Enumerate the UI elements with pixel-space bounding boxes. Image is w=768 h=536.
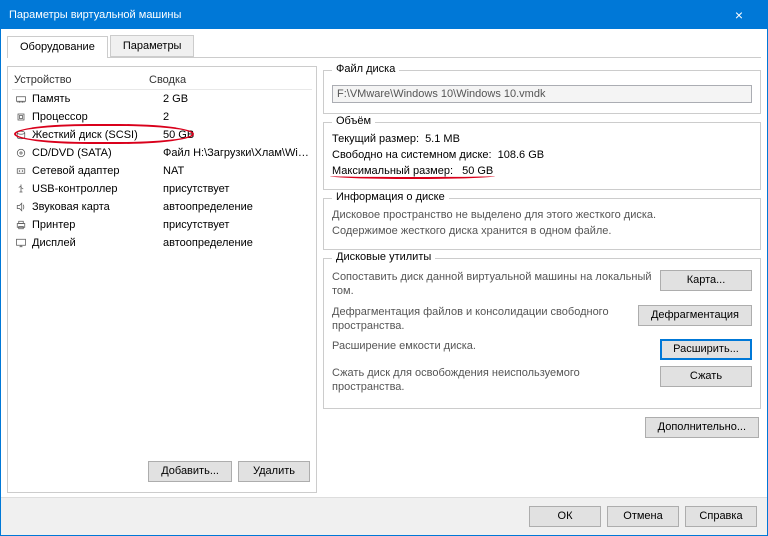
device-summary: 2 GB xyxy=(163,93,310,105)
file-group-title: Файл диска xyxy=(332,63,399,75)
current-size-value: 5.1 MB xyxy=(425,133,460,145)
details-panel: Файл диска Объём Текущий размер: 5.1 MB … xyxy=(323,66,761,493)
device-table: Устройство Сводка Память2 GBПроцессор2Же… xyxy=(12,71,312,455)
ok-button[interactable]: ОК xyxy=(529,506,601,527)
vm-settings-window: Параметры виртуальной машины × Оборудова… xyxy=(0,0,768,536)
add-button[interactable]: Добавить... xyxy=(148,461,232,482)
window-title: Параметры виртуальной машины xyxy=(9,9,719,21)
dialog-footer: ОК Отмена Справка xyxy=(1,497,767,535)
utilities-group: Дисковые утилиты Сопоставить диск данной… xyxy=(323,258,761,409)
device-panel: Устройство Сводка Память2 GBПроцессор2Же… xyxy=(7,66,317,493)
device-row[interactable]: USB-контроллерприсутствует xyxy=(12,180,312,198)
memory-icon xyxy=(14,92,28,106)
info-group-title: Информация о диске xyxy=(332,191,449,203)
device-summary: Файл H:\Загрузки\Хлам\Win... xyxy=(163,147,310,159)
net-icon xyxy=(14,164,28,178)
device-row[interactable]: Принтерприсутствует xyxy=(12,216,312,234)
tab-options[interactable]: Параметры xyxy=(110,35,195,57)
content-area: Оборудование Параметры Устройство Сводка… xyxy=(1,29,767,497)
device-summary: NAT xyxy=(163,165,310,177)
device-name: Память xyxy=(32,93,163,105)
file-group: Файл диска xyxy=(323,70,761,114)
device-name: Принтер xyxy=(32,219,163,231)
usb-icon xyxy=(14,182,28,196)
compact-button[interactable]: Сжать xyxy=(660,366,752,387)
info-group: Информация о диске Дисковое пространство… xyxy=(323,198,761,250)
device-name: Жесткий диск (SCSI) xyxy=(32,129,163,141)
device-summary: 50 GB xyxy=(163,129,310,141)
device-name: Дисплей xyxy=(32,237,163,249)
device-row[interactable]: Процессор2 xyxy=(12,108,312,126)
device-summary: присутствует xyxy=(163,183,310,195)
device-summary: автоопределение xyxy=(163,237,310,249)
device-row[interactable]: Дисплейавтоопределение xyxy=(12,234,312,252)
printer-icon xyxy=(14,218,28,232)
cancel-button[interactable]: Отмена xyxy=(607,506,679,527)
device-row[interactable]: CD/DVD (SATA)Файл H:\Загрузки\Хлам\Win..… xyxy=(12,144,312,162)
device-row[interactable]: Память2 GB xyxy=(12,90,312,108)
free-space-label: Свободно на системном диске: xyxy=(332,149,492,161)
display-icon xyxy=(14,236,28,250)
defrag-button[interactable]: Дефрагментация xyxy=(638,305,752,326)
free-space-value: 108.6 GB xyxy=(498,149,544,161)
device-name: Звуковая карта xyxy=(32,201,163,213)
device-summary: 2 xyxy=(163,111,310,123)
tab-strip: Оборудование Параметры xyxy=(7,35,761,58)
volume-group-title: Объём xyxy=(332,115,375,127)
device-name: CD/DVD (SATA) xyxy=(32,147,163,159)
sound-icon xyxy=(14,200,28,214)
device-row[interactable]: Сетевой адаптерNAT xyxy=(12,162,312,180)
close-icon[interactable]: × xyxy=(719,7,759,23)
map-desc: Сопоставить диск данной виртуальной маши… xyxy=(332,270,652,299)
device-table-header: Устройство Сводка xyxy=(12,71,312,90)
cd-icon xyxy=(14,146,28,160)
device-name: Сетевой адаптер xyxy=(32,165,163,177)
device-name: USB-контроллер xyxy=(32,183,163,195)
titlebar: Параметры виртуальной машины × xyxy=(1,1,767,29)
highlight-underline xyxy=(330,173,495,179)
header-device: Устройство xyxy=(14,74,149,86)
current-size-label: Текущий размер: xyxy=(332,133,419,145)
device-summary: присутствует xyxy=(163,219,310,231)
device-row[interactable]: Жесткий диск (SCSI)50 GB xyxy=(12,126,312,144)
hdd-icon xyxy=(14,128,28,142)
expand-button[interactable]: Расширить... xyxy=(660,339,752,360)
info-line-1: Дисковое пространство не выделено для эт… xyxy=(332,207,752,223)
compact-desc: Сжать диск для освобождения неиспользуем… xyxy=(332,366,652,395)
remove-button[interactable]: Удалить xyxy=(238,461,310,482)
tab-hardware[interactable]: Оборудование xyxy=(7,36,108,58)
header-summary: Сводка xyxy=(149,74,186,86)
disk-file-path[interactable] xyxy=(332,85,752,103)
defrag-desc: Дефрагментация файлов и консолидации сво… xyxy=(332,305,630,334)
expand-desc: Расширение емкости диска. xyxy=(332,339,652,353)
help-button[interactable]: Справка xyxy=(685,506,757,527)
map-button[interactable]: Карта... xyxy=(660,270,752,291)
info-line-2: Содержимое жесткого диска хранится в одн… xyxy=(332,223,752,239)
utilities-group-title: Дисковые утилиты xyxy=(332,251,435,263)
device-name: Процессор xyxy=(32,111,163,123)
device-row[interactable]: Звуковая картаавтоопределение xyxy=(12,198,312,216)
device-summary: автоопределение xyxy=(163,201,310,213)
cpu-icon xyxy=(14,110,28,124)
advanced-button[interactable]: Дополнительно... xyxy=(645,417,759,438)
volume-group: Объём Текущий размер: 5.1 MB Свободно на… xyxy=(323,122,761,190)
